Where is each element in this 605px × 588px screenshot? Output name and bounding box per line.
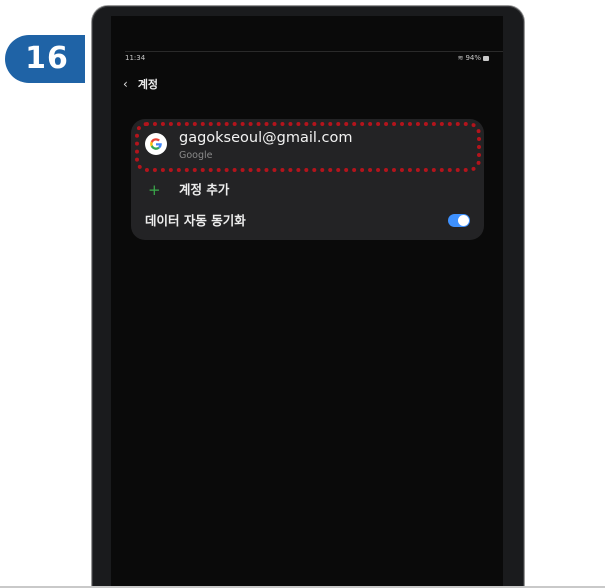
add-account-button[interactable]: + 계정 추가 <box>131 177 484 205</box>
wifi-icon: ≋ <box>457 54 464 62</box>
auto-sync-label: 데이터 자동 동기화 <box>145 213 246 228</box>
app-top-bar: ‹ 계정 <box>123 74 158 94</box>
add-account-label: 계정 추가 <box>179 182 230 197</box>
status-time: 11:34 <box>125 54 146 62</box>
tutorial-slide: 16 11:34 ≋ 94% ‹ 계정 gagokseoul@gmail.com… <box>0 0 605 588</box>
toggle-knob <box>458 215 469 226</box>
step-number-badge: 16 <box>5 35 85 83</box>
status-bar: 11:34 ≋ 94% <box>111 52 503 64</box>
auto-sync-row[interactable]: 데이터 자동 동기화 <box>131 208 484 236</box>
accounts-card: gagokseoul@gmail.com Google + 계정 추가 데이터 … <box>131 119 484 240</box>
status-right: ≋ 94% <box>458 52 489 64</box>
google-icon <box>145 133 167 155</box>
battery-percent: 94% <box>465 54 481 62</box>
account-email: gagokseoul@gmail.com <box>179 130 353 146</box>
chevron-left-icon[interactable]: ‹ <box>123 74 128 94</box>
page-title: 계정 <box>137 78 159 91</box>
battery-icon <box>483 55 489 61</box>
tablet-device-frame: 11:34 ≋ 94% ‹ 계정 gagokseoul@gmail.com Go… <box>92 6 524 588</box>
plus-icon: + <box>148 181 161 199</box>
auto-sync-toggle[interactable] <box>448 214 470 227</box>
device-screen: 11:34 ≋ 94% ‹ 계정 gagokseoul@gmail.com Go… <box>111 16 503 588</box>
account-type: Google <box>179 150 213 161</box>
google-account-item[interactable]: gagokseoul@gmail.com Google <box>131 119 484 174</box>
